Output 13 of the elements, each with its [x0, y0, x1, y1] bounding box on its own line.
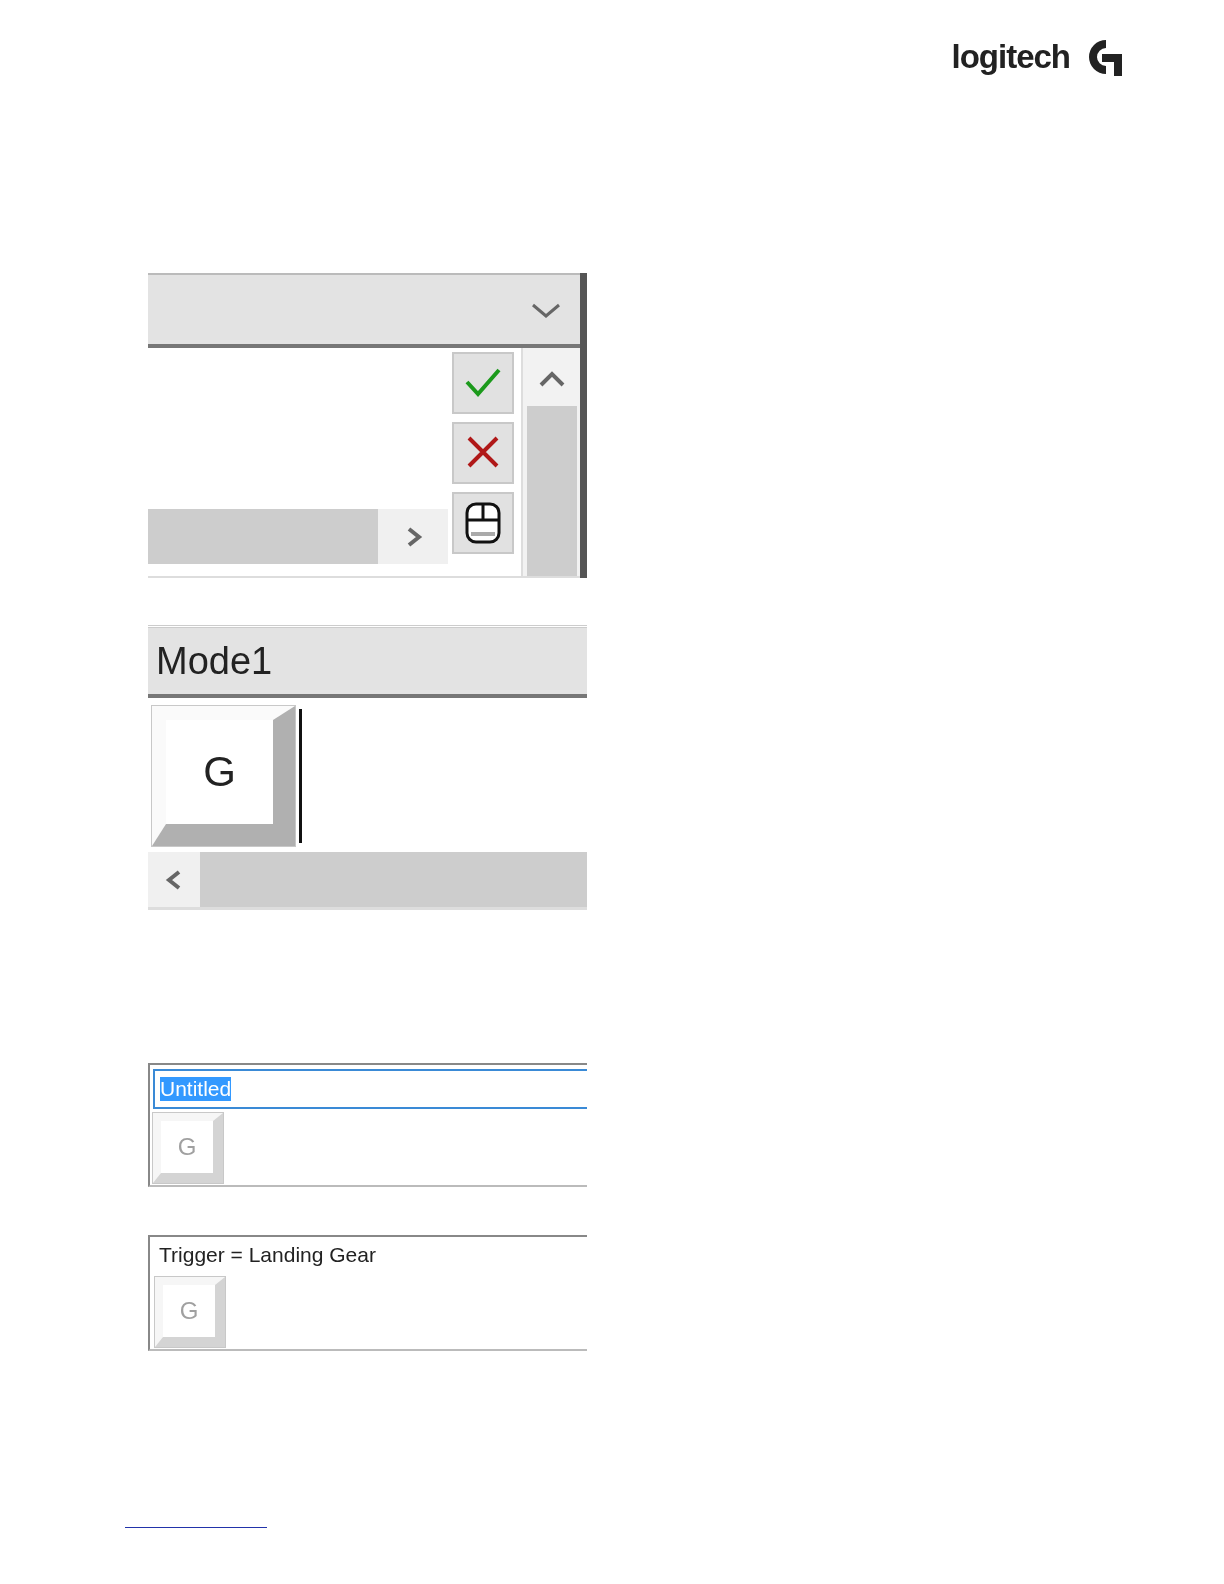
mode-header: Mode1: [148, 628, 587, 698]
mouse-button[interactable]: [452, 492, 514, 554]
g-key[interactable]: G: [152, 706, 295, 846]
logo-text: logitech: [951, 38, 1070, 76]
trigger-label: Trigger = Landing Gear: [158, 1242, 377, 1267]
vertical-scrollbar[interactable]: [521, 348, 580, 576]
scrollbar-thumb[interactable]: [148, 509, 378, 564]
name-field[interactable]: Untitled: [153, 1069, 587, 1109]
scrollbar-thumb[interactable]: [526, 406, 577, 576]
horizontal-scrollbar[interactable]: [148, 509, 448, 564]
dropdown-field[interactable]: [148, 273, 580, 348]
cancel-button[interactable]: [452, 422, 514, 484]
confirm-button[interactable]: [452, 352, 514, 414]
